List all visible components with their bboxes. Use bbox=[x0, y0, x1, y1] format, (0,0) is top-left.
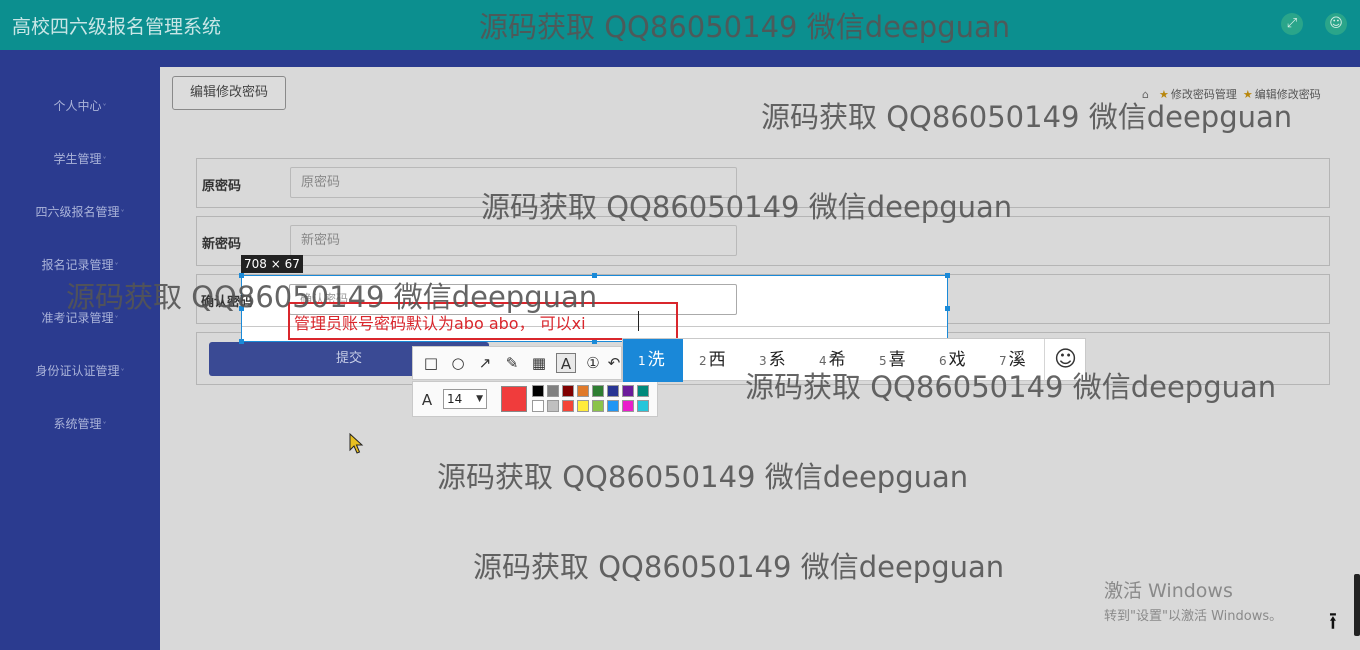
font-size-select[interactable]: 14 ▼ bbox=[443, 389, 487, 409]
fullscreen-button[interactable]: ⤢ bbox=[1281, 13, 1303, 35]
color-swatch[interactable] bbox=[622, 400, 634, 412]
color-swatch[interactable] bbox=[562, 400, 574, 412]
watermark: 源码获取 QQ86050149 微信deepguan bbox=[437, 460, 969, 494]
color-swatch[interactable] bbox=[622, 385, 634, 397]
sidebar-item-students[interactable]: 学生管理˅ bbox=[0, 150, 160, 167]
number-marker-icon[interactable]: ① bbox=[583, 353, 603, 373]
new-password-input[interactable]: 新密码 bbox=[290, 225, 737, 256]
sidebar-item-label: 身份证认证管理 bbox=[35, 364, 120, 378]
color-swatch[interactable] bbox=[547, 385, 559, 397]
scrollbar[interactable] bbox=[1354, 574, 1360, 636]
ime-candidate[interactable]: 2西 bbox=[699, 339, 726, 382]
user-menu-button[interactable]: ☺ bbox=[1325, 13, 1347, 35]
tab-edit-password[interactable]: 编辑修改密码 bbox=[172, 76, 286, 110]
resize-handle[interactable] bbox=[239, 339, 244, 344]
ellipse-icon[interactable]: ○ bbox=[448, 353, 468, 373]
sidebar-item-label: 系统管理 bbox=[53, 417, 102, 431]
chevron-down-icon: ▼ bbox=[476, 394, 483, 404]
color-swatch[interactable] bbox=[637, 385, 649, 397]
chevron-down-icon: ˅ bbox=[120, 368, 125, 377]
undo-icon[interactable]: ↶ bbox=[607, 353, 621, 373]
watermark: 源码获取 QQ86050149 微信deepguan bbox=[481, 190, 1013, 224]
new-password-label: 新密码 bbox=[202, 237, 242, 252]
color-swatch[interactable] bbox=[547, 400, 559, 412]
chevron-down-icon: ˅ bbox=[102, 156, 107, 165]
header-strip bbox=[0, 50, 1360, 67]
color-swatch[interactable] bbox=[577, 400, 589, 412]
user-icon: ☺ bbox=[1329, 16, 1343, 31]
chevron-down-icon: ˅ bbox=[114, 262, 119, 271]
color-swatch[interactable] bbox=[637, 400, 649, 412]
font-size-icon: A bbox=[421, 391, 433, 409]
sidebar-item-label: 个人中心 bbox=[53, 99, 102, 113]
sidebar bbox=[0, 50, 160, 650]
activation-subtitle: 转到"设置"以激活 Windows。 bbox=[1104, 609, 1283, 624]
activation-title: 激活 Windows bbox=[1104, 580, 1233, 602]
watermark: 源码获取 QQ86050149 微信deepguan bbox=[479, 10, 1011, 44]
selection-size-label: 708 × 67 bbox=[241, 255, 303, 273]
watermark: 源码获取 QQ86050149 微信deepguan bbox=[66, 280, 598, 314]
resize-handle[interactable] bbox=[945, 273, 950, 278]
rectangle-icon[interactable]: □ bbox=[421, 353, 441, 373]
pencil-icon[interactable]: ✎ bbox=[502, 353, 522, 373]
arrow-icon[interactable]: ↗ bbox=[475, 353, 495, 373]
watermark: 源码获取 QQ86050149 微信deepguan bbox=[473, 550, 1005, 584]
old-password-label: 原密码 bbox=[202, 179, 242, 194]
app-title: 高校四六级报名管理系统 bbox=[12, 16, 222, 38]
chevron-down-icon: ˅ bbox=[120, 209, 125, 218]
mouse-cursor-icon bbox=[349, 433, 364, 454]
back-to-top-icon[interactable]: ⭱ bbox=[1317, 605, 1349, 637]
font-size-value: 14 bbox=[447, 392, 463, 406]
draw-toolbar: □ ○ ↗ ✎ ▦ A ① ↶ bbox=[412, 346, 622, 380]
sidebar-item-label: 报名记录管理 bbox=[41, 258, 114, 272]
color-swatch[interactable] bbox=[577, 385, 589, 397]
color-swatch[interactable] bbox=[532, 400, 544, 412]
chevron-down-icon: ˅ bbox=[114, 315, 119, 324]
color-swatch[interactable] bbox=[592, 400, 604, 412]
sidebar-item-label: 学生管理 bbox=[53, 152, 102, 166]
color-swatch[interactable] bbox=[532, 385, 544, 397]
resize-handle[interactable] bbox=[945, 306, 950, 311]
color-swatch[interactable] bbox=[607, 385, 619, 397]
style-toolbar: A 14 ▼ bbox=[412, 381, 658, 417]
color-swatch[interactable] bbox=[607, 400, 619, 412]
current-color-swatch[interactable] bbox=[501, 386, 527, 412]
ime-candidate[interactable]: 1洗 bbox=[623, 339, 683, 382]
watermark: 源码获取 QQ86050149 微信deepguan bbox=[745, 370, 1277, 404]
windows-activation-notice: 激活 Windows 转到"设置"以激活 Windows。 bbox=[1104, 576, 1282, 624]
sidebar-item-registration-records[interactable]: 报名记录管理˅ bbox=[0, 256, 160, 273]
sidebar-item-profile[interactable]: 个人中心˅ bbox=[0, 97, 160, 114]
sidebar-item-system[interactable]: 系统管理˅ bbox=[0, 415, 160, 432]
text-caret bbox=[638, 311, 639, 331]
mosaic-icon[interactable]: ▦ bbox=[529, 353, 549, 373]
color-swatch[interactable] bbox=[562, 385, 574, 397]
expand-icon: ⤢ bbox=[1286, 16, 1298, 31]
sidebar-item-registration[interactable]: 四六级报名管理˅ bbox=[0, 203, 160, 220]
sidebar-item-id-verification[interactable]: 身份证认证管理˅ bbox=[0, 362, 160, 379]
color-swatch[interactable] bbox=[592, 385, 604, 397]
text-tool-icon[interactable]: A bbox=[556, 353, 576, 373]
watermark: 源码获取 QQ86050149 微信deepguan bbox=[761, 100, 1293, 134]
sidebar-item-label: 四六级报名管理 bbox=[35, 205, 120, 219]
chevron-down-icon: ˅ bbox=[102, 103, 107, 112]
chevron-down-icon: ˅ bbox=[102, 421, 107, 430]
